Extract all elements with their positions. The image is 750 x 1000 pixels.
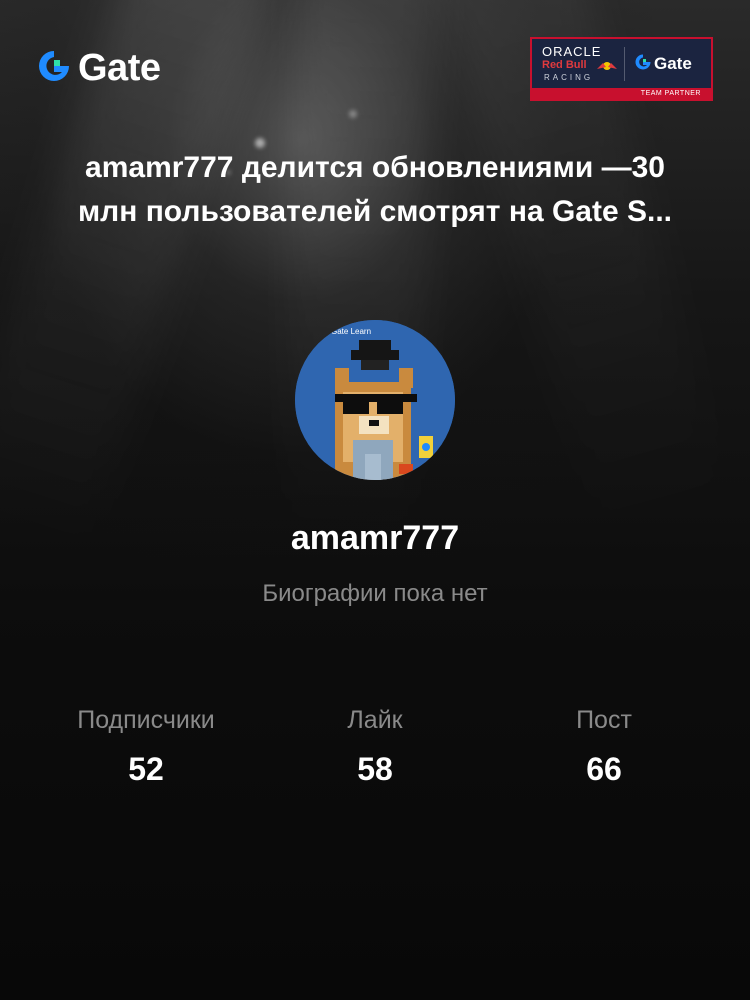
bull-icon: [596, 58, 618, 77]
avatar-caption: Gate Learn: [331, 327, 371, 336]
stat-label: Подписчики: [77, 706, 215, 734]
pixel-doge-avatar-image: Gate Learn: [295, 320, 455, 480]
racing-wordmark: RACING: [544, 73, 594, 82]
gate-logo-icon: [36, 48, 72, 88]
share-card: Gate ORACLE Red Bull RACING Gate TEAM PA…: [0, 0, 750, 1000]
stat-label: Лайк: [347, 706, 403, 734]
stat-likes[interactable]: Лайк 58: [261, 702, 489, 788]
red-bull-wordmark: Red Bull: [542, 59, 587, 71]
stat-followers[interactable]: Подписчики 52: [32, 702, 260, 788]
gate-logo-icon: [634, 53, 652, 75]
partner-gate-text: Gate: [654, 54, 692, 73]
sparkle: [349, 110, 357, 118]
team-partner-label: TEAM PARTNER: [532, 88, 711, 99]
logo-text: Gate: [78, 47, 161, 89]
stat-value: 58: [357, 751, 393, 787]
gate-logo[interactable]: Gate: [36, 47, 161, 89]
bio: Биографии пока нет: [262, 580, 488, 607]
share-headline: amamr777 делится обновлениями —30 млн по…: [77, 151, 673, 228]
stat-posts[interactable]: Пост 66: [490, 702, 718, 788]
avatar[interactable]: Gate Learn: [295, 320, 455, 480]
partner-gate-logo: Gate: [634, 53, 692, 75]
stat-value: 52: [128, 751, 164, 787]
stat-value: 66: [586, 751, 622, 787]
oracle-wordmark: ORACLE: [542, 44, 602, 59]
profile-stats: Подписчики 52 Лайк 58 Пост 66: [32, 702, 718, 788]
team-partner-badge: ORACLE Red Bull RACING Gate TEAM PARTNER: [530, 37, 713, 101]
stat-label: Пост: [576, 706, 632, 734]
badge-divider: [624, 47, 625, 81]
username: amamr777: [290, 519, 460, 557]
